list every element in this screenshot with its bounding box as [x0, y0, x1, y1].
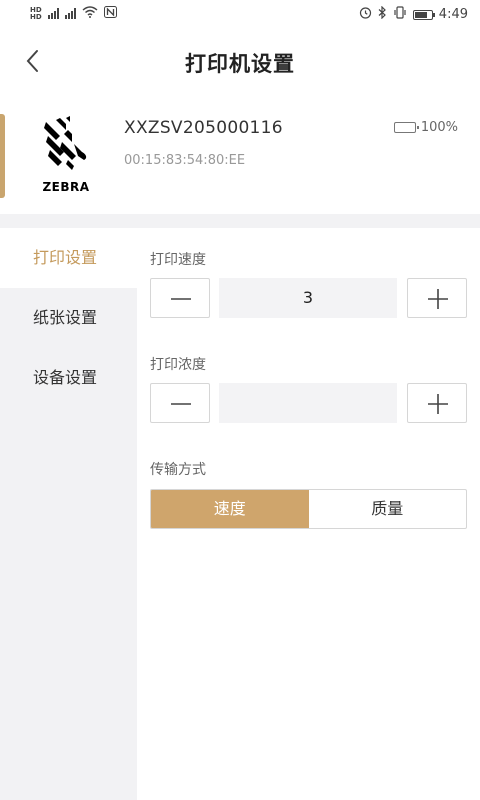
bluetooth-icon [378, 5, 387, 23]
plus-icon [428, 394, 448, 414]
device-mac-address: 00:15:83:54:80:EE [124, 153, 246, 168]
print-density-decrease-button[interactable] [150, 383, 210, 423]
sidebar-item-print-settings[interactable]: 打印设置 [0, 228, 137, 288]
sidebar-item-paper-settings[interactable]: 纸张设置 [0, 288, 137, 348]
brand-name: ZEBRA [42, 180, 90, 194]
print-speed-increase-button[interactable] [407, 278, 467, 318]
hd-icon: HD HD [30, 5, 42, 21]
print-density-label: 打印浓度 [150, 357, 206, 373]
device-battery-level: 100% [420, 120, 458, 135]
print-speed-value[interactable]: 3 [219, 278, 397, 318]
zebra-logo: ZEBRA [38, 114, 94, 194]
section-divider [0, 214, 480, 228]
device-selected-indicator [0, 114, 5, 198]
transfer-mode-segmented-control: 速度 质量 [150, 489, 467, 529]
zebra-head-icon [44, 116, 87, 170]
vibrate-icon [393, 6, 407, 23]
settings-sidebar: 打印设置 纸张设置 设备设置 [0, 228, 137, 800]
print-speed-decrease-button[interactable] [150, 278, 210, 318]
print-density-value[interactable] [219, 383, 397, 423]
print-density-increase-button[interactable] [407, 383, 467, 423]
sidebar-item-device-settings[interactable]: 设备设置 [0, 348, 137, 408]
battery-icon [412, 9, 435, 20]
4g-signal-icon [64, 8, 76, 19]
alarm-icon [359, 6, 372, 23]
page-title: 打印机设置 [185, 52, 295, 76]
plus-icon [428, 289, 448, 309]
status-left: HD HD [30, 6, 117, 21]
nfc-icon [103, 6, 117, 21]
status-time: 4:49 [438, 7, 468, 22]
4g-signal-icon [47, 8, 59, 19]
print-speed-label: 打印速度 [150, 252, 206, 268]
transfer-mode-option-speed[interactable]: 速度 [151, 490, 309, 528]
wifi-icon [82, 6, 98, 21]
battery-icon [393, 122, 419, 133]
transfer-mode-label: 传输方式 [150, 462, 206, 478]
print-settings-panel: 打印速度 3 打印浓度 传输方式 速度 质量 [137, 228, 480, 800]
status-bar: HD HD 4:49 [0, 0, 480, 30]
device-card[interactable]: ZEBRA XXZSV205000116 00:15:83:54:80:EE 1… [0, 100, 480, 212]
device-battery: 100% [393, 120, 458, 135]
minus-icon [171, 403, 191, 405]
device-name: XXZSV205000116 [124, 118, 283, 138]
minus-icon [171, 298, 191, 300]
transfer-mode-option-quality[interactable]: 质量 [309, 490, 467, 528]
status-right: 4:49 [359, 5, 468, 23]
header: 打印机设置 [0, 30, 480, 94]
